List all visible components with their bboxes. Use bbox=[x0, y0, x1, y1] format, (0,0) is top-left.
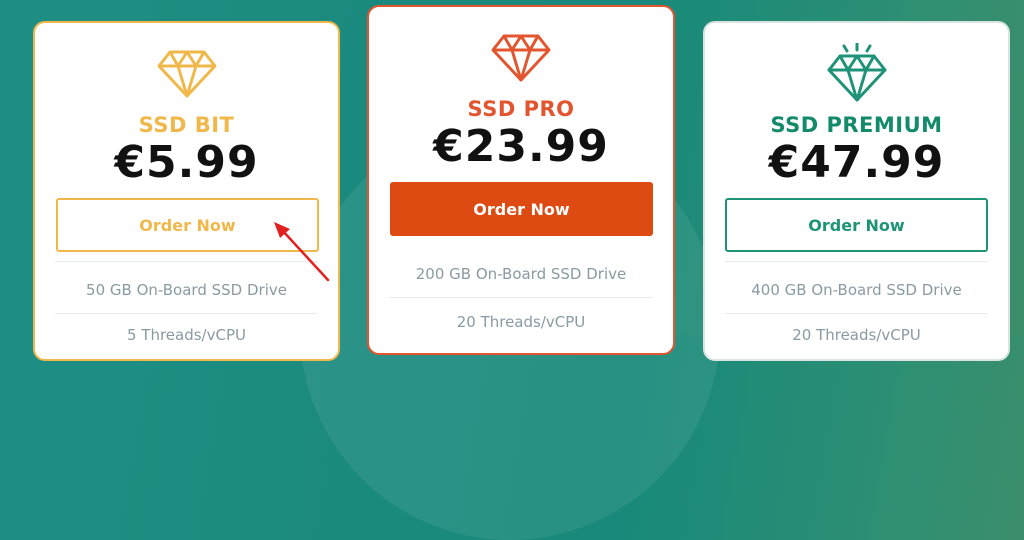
divider bbox=[55, 261, 318, 262]
plan-price: €5.99 bbox=[114, 137, 259, 188]
order-now-button[interactable]: Order Now bbox=[725, 198, 988, 252]
divider bbox=[725, 261, 988, 262]
diamond-icon bbox=[156, 49, 218, 103]
feature-storage: 200 GB On-Board SSD Drive bbox=[415, 265, 627, 283]
plan-name: SSD PREMIUM bbox=[770, 113, 943, 137]
divider bbox=[389, 297, 653, 298]
plan-price: €23.99 bbox=[433, 121, 609, 172]
plan-price: €47.99 bbox=[768, 137, 945, 188]
feature-threads: 20 Threads/vCPU bbox=[456, 313, 586, 331]
feature-threads: 20 Threads/vCPU bbox=[792, 326, 921, 344]
divider bbox=[55, 313, 318, 314]
plan-card-ssd-premium: SSD PREMIUM €47.99 Order Now 400 GB On-B… bbox=[703, 21, 1010, 361]
plan-name: SSD PRO bbox=[467, 97, 575, 121]
feature-storage: 400 GB On-Board SSD Drive bbox=[751, 281, 962, 299]
divider bbox=[725, 313, 988, 314]
feature-threads: 5 Threads/vCPU bbox=[126, 326, 246, 344]
plan-name: SSD BIT bbox=[138, 113, 235, 137]
plan-card-ssd-bit: SSD BIT €5.99 Order Now 50 GB On-Board S… bbox=[33, 21, 340, 361]
order-now-button[interactable]: Order Now bbox=[56, 198, 319, 252]
feature-storage: 50 GB On-Board SSD Drive bbox=[86, 281, 287, 299]
plan-card-ssd-pro: SSD PRO €23.99 Order Now 200 GB On-Board… bbox=[367, 5, 675, 355]
order-now-button[interactable]: Order Now bbox=[390, 182, 653, 236]
sparkling-diamond-icon bbox=[826, 42, 888, 107]
diamond-icon bbox=[490, 33, 552, 87]
